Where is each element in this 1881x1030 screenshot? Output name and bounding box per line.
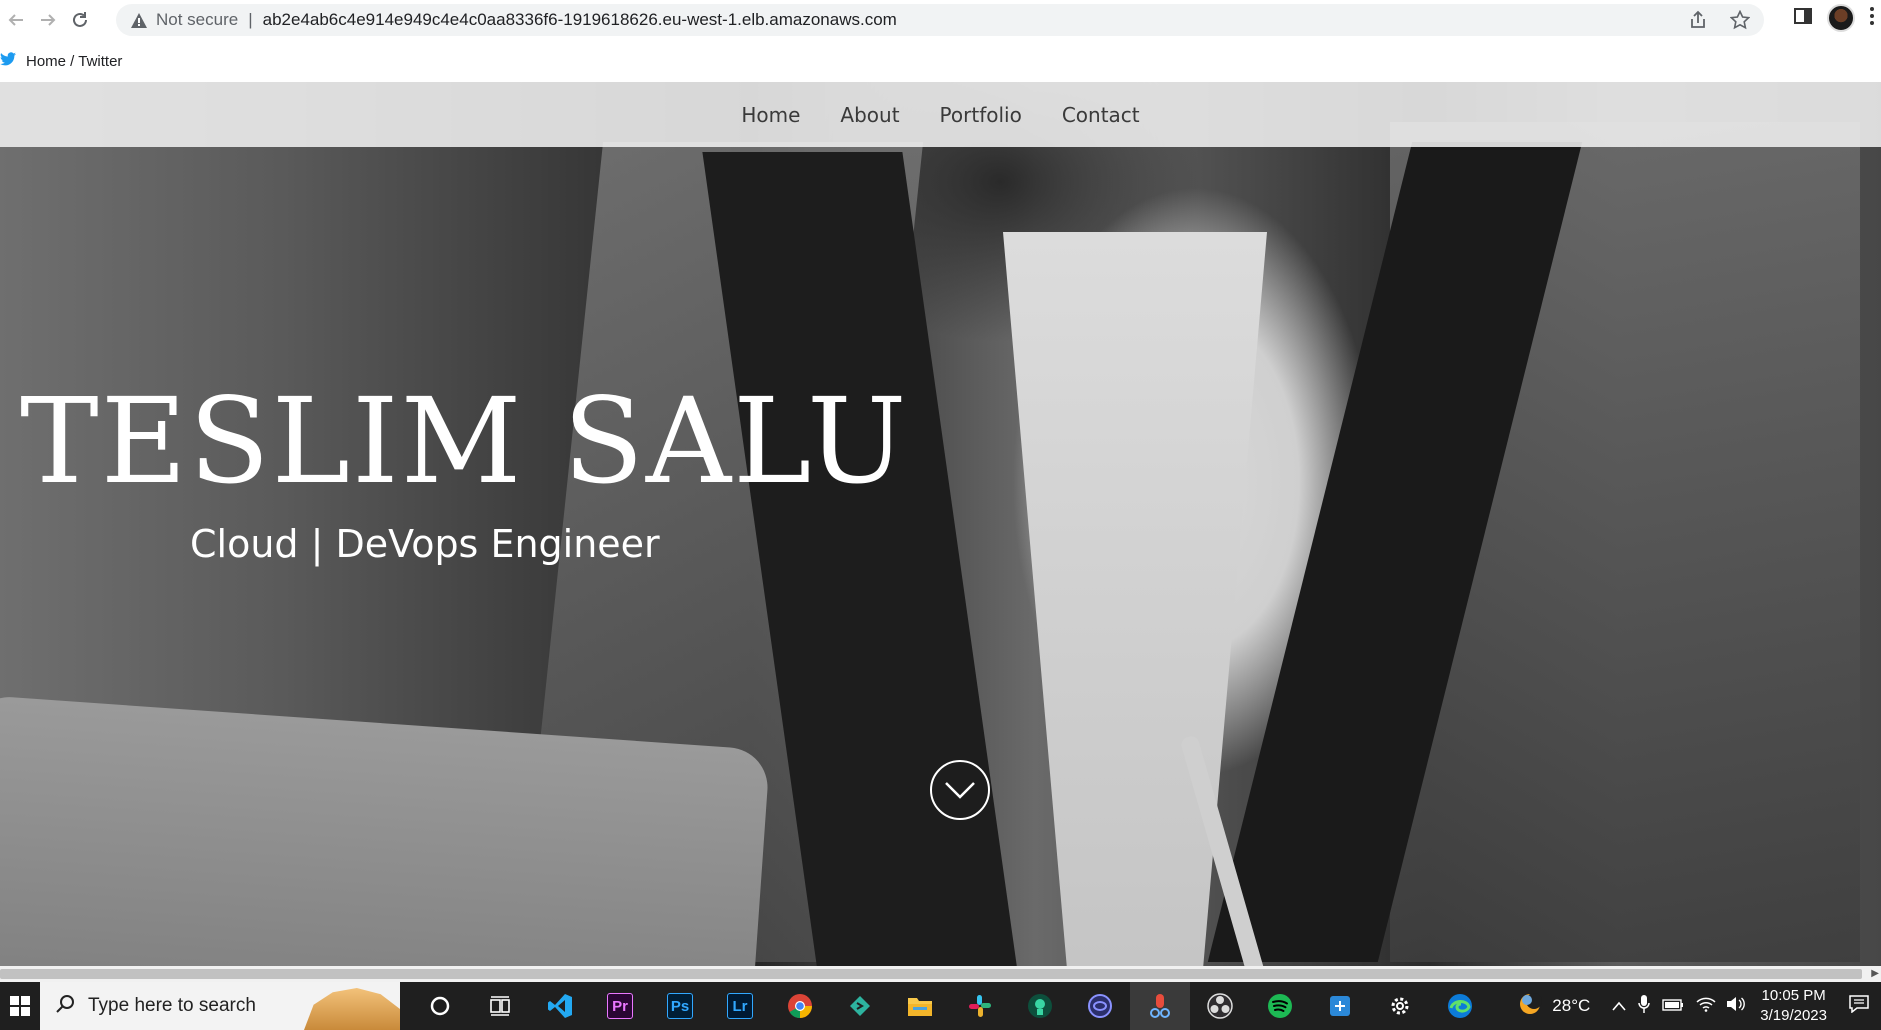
search-highlight-image [304,988,400,1030]
nav-link-home[interactable]: Home [741,103,800,127]
lightroom-icon[interactable]: Lr [710,982,770,1030]
file-explorer-icon[interactable] [890,982,950,1030]
star-icon[interactable] [1729,9,1751,35]
bookmarks-bar: Home / Twitter [0,40,1881,82]
warning-icon[interactable] [130,11,148,29]
hero-subtitle: Cloud | DeVops Engineer [190,522,660,566]
obs-icon[interactable] [1190,982,1250,1030]
edge-icon[interactable] [1430,982,1490,1030]
nav-link-portfolio[interactable]: Portfolio [940,103,1022,127]
premiere-icon[interactable]: Pr [590,982,650,1030]
cortana-icon[interactable] [410,982,470,1030]
microphone-icon[interactable] [1638,994,1651,1019]
back-icon[interactable] [2,6,30,34]
forward-icon[interactable] [34,6,62,34]
taskbar: Type here to search Pr Ps Lr 28°C 10:05 … [0,982,1881,1030]
photoshop-icon[interactable]: Ps [650,982,710,1030]
scrollbar-thumb[interactable] [0,969,1862,979]
app-icon-3[interactable] [1130,982,1190,1030]
wifi-icon[interactable] [1696,996,1716,1017]
clock-time: 10:05 PM [1761,987,1826,1004]
windows-start-icon[interactable] [0,982,40,1030]
vscode-icon[interactable] [530,982,590,1030]
reload-icon[interactable] [66,6,94,34]
search-icon [56,994,76,1019]
weather-temp[interactable]: 28°C [1552,996,1590,1016]
page-viewport: Home About Portfolio Contact TESLIM SALU… [0,82,1881,966]
search-placeholder[interactable]: Type here to search [88,995,256,1017]
hero-title: TESLIM SALU [20,372,909,510]
horizontal-scrollbar[interactable]: ▶ [0,966,1881,982]
app-icon[interactable] [1010,982,1070,1030]
site-navigation: Home About Portfolio Contact [0,82,1881,147]
bookmark-label[interactable]: Home / Twitter [26,53,122,70]
app-icon-2[interactable] [1070,982,1130,1030]
git-icon[interactable] [830,982,890,1030]
slack-icon[interactable] [950,982,1010,1030]
nav-link-about[interactable]: About [840,103,899,127]
address-bar[interactable]: Not secure | ab2e4ab6c4e914e949c4e4c0aa8… [116,4,1764,36]
scroll-right-icon[interactable]: ▶ [1871,968,1879,979]
spotify-icon[interactable] [1250,982,1310,1030]
url-text[interactable]: ab2e4ab6c4e914e949c4e4c0aa8336f6-1919618… [263,10,897,30]
clock-date: 3/19/2023 [1760,1007,1827,1024]
browser-toolbar: Not secure | ab2e4ab6c4e914e949c4e4c0aa8… [0,0,1881,40]
divider: | [248,10,253,29]
weather-icon[interactable] [1518,991,1544,1022]
task-view-icon[interactable] [470,982,530,1030]
taskbar-clock[interactable]: 10:05 PM 3/19/2023 [1760,986,1827,1026]
share-icon[interactable] [1688,10,1708,35]
chevron-up-icon[interactable] [1612,996,1626,1016]
battery-icon[interactable] [1662,996,1684,1016]
side-panel-icon[interactable] [1793,6,1813,31]
bookmark-item[interactable]: Home / Twitter [0,52,122,70]
system-tray: 28°C 10:05 PM 3/19/2023 [1518,982,1881,1030]
security-label[interactable]: Not secure [156,10,238,30]
twitter-icon [0,52,16,70]
chrome-icon[interactable] [770,982,830,1030]
notifications-icon[interactable] [1849,994,1869,1018]
profile-avatar[interactable] [1827,4,1855,32]
volume-icon[interactable] [1726,996,1746,1017]
app-icon-4[interactable] [1310,982,1370,1030]
taskbar-apps: Pr Ps Lr [410,982,1490,1030]
scroll-down-button[interactable] [930,760,990,820]
more-icon[interactable] [1869,6,1875,31]
settings-icon[interactable] [1370,982,1430,1030]
nav-link-contact[interactable]: Contact [1062,103,1140,127]
chevron-down-icon [945,782,975,799]
taskbar-search-box[interactable]: Type here to search [40,982,400,1030]
